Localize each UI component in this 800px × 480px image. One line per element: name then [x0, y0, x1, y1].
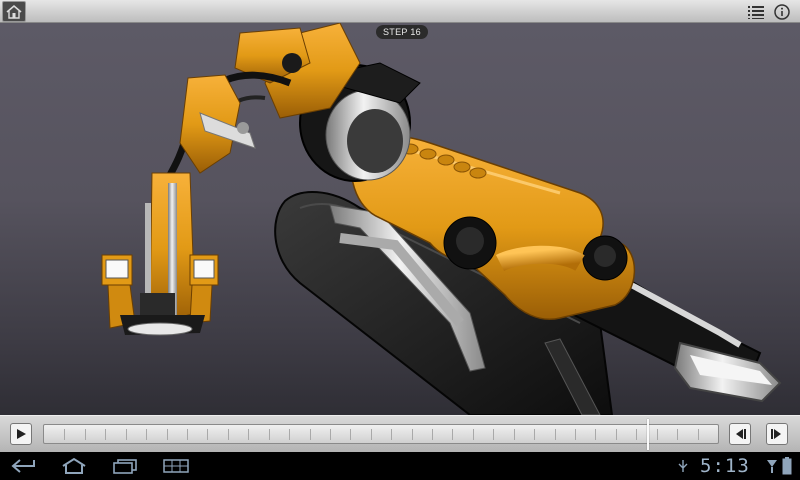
back-icon	[11, 459, 35, 473]
playback-bar	[0, 415, 800, 452]
timeline-tick	[105, 429, 106, 440]
timeline-tick	[391, 429, 392, 440]
model-viewport[interactable]: STEP 16	[0, 23, 800, 415]
timeline-tick	[228, 429, 229, 440]
clock: 5:13	[700, 455, 750, 477]
timeline-tick	[371, 429, 372, 440]
step-back-icon	[736, 429, 746, 439]
timeline-tick	[595, 429, 596, 440]
recent-apps-button[interactable]	[112, 456, 138, 476]
timeline-tick	[269, 429, 270, 440]
home-button[interactable]	[2, 1, 26, 22]
timeline-tick	[432, 429, 433, 440]
timeline-tick	[657, 429, 658, 440]
screenshot-icon	[163, 459, 189, 473]
timeline-tick	[534, 429, 535, 440]
timeline-tick	[575, 429, 576, 440]
parts-list-button[interactable]	[744, 1, 768, 22]
next-step-button[interactable]	[766, 423, 788, 445]
timeline-tick	[677, 429, 678, 440]
timeline-tick	[248, 429, 249, 440]
timeline-tick	[452, 429, 453, 440]
step-timeline[interactable]	[43, 419, 719, 450]
battery-icon	[782, 456, 792, 476]
previous-step-button[interactable]	[729, 423, 751, 445]
robot-arm-model	[101, 23, 782, 415]
timeline-tick	[330, 429, 331, 440]
info-icon	[774, 3, 790, 20]
lamp-left	[101, 254, 133, 286]
timeline-tick	[187, 429, 188, 440]
wifi-icon	[766, 456, 778, 476]
timeline-tick	[85, 429, 86, 440]
timeline-tick	[514, 429, 515, 440]
timeline-tick	[698, 429, 699, 440]
back-button[interactable]	[10, 456, 38, 476]
timeline-tick	[167, 429, 168, 440]
screenshot-button[interactable]	[163, 456, 189, 476]
step-indicator: STEP 16	[376, 25, 428, 39]
play-icon	[17, 429, 26, 439]
timeline-tick	[493, 429, 494, 440]
list-icon	[748, 5, 764, 19]
timeline-tick	[412, 429, 413, 440]
timeline-tick	[289, 429, 290, 440]
timeline-tick	[555, 429, 556, 440]
home-icon	[6, 4, 22, 19]
top-toolbar	[0, 0, 800, 23]
timeline-tick	[636, 429, 637, 440]
step-forward-icon	[771, 429, 781, 439]
timeline-tick	[310, 429, 311, 440]
info-button[interactable]	[770, 1, 794, 22]
system-navigation-bar: 5:13	[0, 452, 800, 480]
usb-icon	[676, 456, 690, 476]
timeline-tick	[126, 429, 127, 440]
timeline-tick	[350, 429, 351, 440]
home-nav-button[interactable]	[60, 456, 88, 476]
recent-apps-icon	[113, 459, 137, 474]
timeline-tick	[616, 429, 617, 440]
home-icon	[62, 457, 86, 474]
timeline-tick	[146, 429, 147, 440]
play-button[interactable]	[10, 423, 32, 445]
timeline-tick	[473, 429, 474, 440]
timeline-tick	[207, 429, 208, 440]
timeline-playhead[interactable]	[647, 419, 649, 450]
timeline-tick	[64, 429, 65, 440]
